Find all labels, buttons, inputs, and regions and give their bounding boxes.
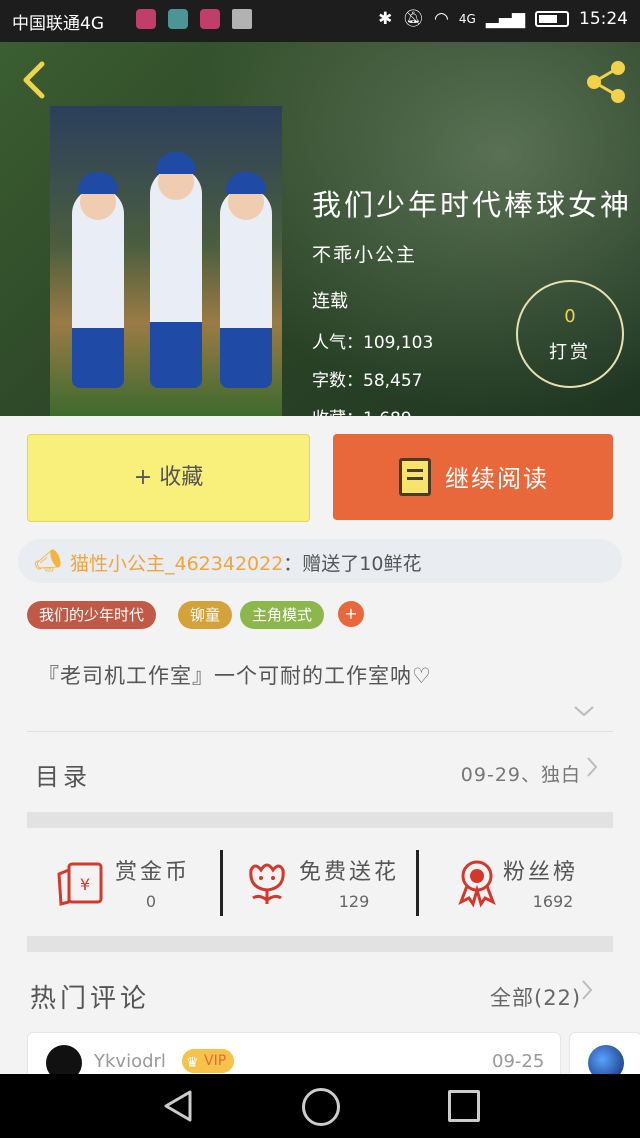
gift-notice[interactable]: 📣︎ 猫性小公主_462342022：赠送了10鲜花 bbox=[18, 539, 622, 583]
app-notification-icon bbox=[200, 9, 220, 29]
add-tag-button[interactable]: + bbox=[338, 601, 364, 627]
reward-coins-label: 赏金币 bbox=[115, 860, 191, 885]
catalog-label: 目录 bbox=[35, 763, 91, 791]
chevron-right-icon bbox=[585, 755, 599, 785]
section-separator bbox=[27, 812, 613, 828]
book-cover-image[interactable] bbox=[50, 106, 282, 416]
hot-comments-title: 热门评论 bbox=[30, 984, 151, 1014]
comment-date: 09-25 bbox=[492, 1051, 545, 1072]
notification-icons bbox=[136, 9, 252, 29]
section-separator bbox=[27, 936, 613, 952]
back-triangle-icon bbox=[164, 1090, 192, 1122]
app-notification-icon bbox=[136, 9, 156, 29]
word-count-stat: 字数：58,457 bbox=[312, 371, 423, 391]
reward-coins-button[interactable]: ¥ 赏金币 0 bbox=[27, 830, 219, 936]
comment-username[interactable]: Ykviodrl bbox=[94, 1051, 166, 1072]
reward-coins-value: 0 bbox=[145, 892, 157, 911]
continue-reading-label: 继续阅读 bbox=[445, 465, 549, 493]
tip-label: 打赏 bbox=[549, 342, 591, 363]
network-label: 4G bbox=[458, 12, 476, 26]
catalog-row[interactable]: 目录 09-29、独白 bbox=[27, 735, 613, 811]
megaphone-icon: 📣︎ bbox=[34, 549, 62, 574]
free-flower-label: 免费送花 bbox=[299, 860, 400, 885]
book-header: 我们少年时代棒球女神 不乖小公主 连载 人气：109,103 字数：58,457… bbox=[0, 42, 640, 416]
book-actions-stats: ¥ 赏金币 0 免费送花 129 粉丝榜 1692 bbox=[27, 830, 613, 936]
divider bbox=[220, 850, 223, 916]
divider bbox=[416, 850, 419, 916]
nav-back-button[interactable] bbox=[160, 1088, 196, 1124]
book-icon bbox=[399, 458, 431, 496]
latest-chapter: 09-29、独白 bbox=[460, 764, 581, 786]
bluetooth-icon: ✱ bbox=[378, 9, 393, 29]
expand-description-button[interactable] bbox=[572, 700, 596, 725]
carrier-label: 中国联通4G bbox=[12, 14, 104, 34]
back-button[interactable] bbox=[14, 58, 54, 102]
tip-button[interactable]: 0 打赏 bbox=[516, 280, 624, 388]
tag[interactable]: 我们的少年时代 bbox=[27, 601, 157, 629]
nav-home-button[interactable] bbox=[302, 1088, 340, 1126]
book-author[interactable]: 不乖小公主 bbox=[312, 240, 417, 267]
tag[interactable]: 主角模式 bbox=[240, 601, 325, 629]
collections-stat: 收藏：1,689 bbox=[312, 404, 412, 416]
svg-text:¥: ¥ bbox=[80, 875, 90, 894]
app-notification-icon bbox=[168, 9, 188, 29]
coin-envelope-icon: ¥ bbox=[55, 858, 107, 910]
system-nav-bar bbox=[0, 1074, 640, 1138]
fan-ranking-button[interactable]: 粉丝榜 1692 bbox=[437, 830, 613, 936]
wifi-icon: ◠ bbox=[433, 9, 449, 29]
flower-icon bbox=[241, 858, 293, 910]
book-description: 『老司机工作室』一个可耐的工作室呐♡ bbox=[38, 664, 432, 688]
popularity-stat: 人气：109,103 bbox=[312, 333, 434, 353]
crown-icon: ♛ bbox=[186, 1055, 199, 1071]
divider bbox=[27, 731, 613, 732]
fan-ranking-value: 1692 bbox=[532, 892, 574, 911]
gift-sender[interactable]: 猫性小公主_462342022 bbox=[70, 553, 283, 575]
vip-badge: ♛ VIP bbox=[182, 1049, 235, 1073]
back-icon bbox=[23, 61, 45, 99]
vip-badge-label: VIP bbox=[204, 1053, 227, 1069]
share-button[interactable] bbox=[582, 58, 630, 106]
app-notification-icon bbox=[232, 9, 252, 29]
chevron-right-icon bbox=[580, 978, 594, 1008]
book-title: 我们少年时代棒球女神 bbox=[312, 188, 633, 222]
chevron-down-icon bbox=[574, 706, 594, 717]
ribbon-medal-icon bbox=[451, 856, 503, 908]
signal-icon: ▂▄▆ bbox=[485, 9, 525, 29]
tag[interactable]: 铆童 bbox=[178, 601, 233, 629]
all-comments-link[interactable]: 全部(22) bbox=[490, 982, 581, 1012]
system-status: ✱ 🔕︎ ◠ 4G ▂▄▆ 15:24 bbox=[378, 9, 628, 29]
share-icon bbox=[587, 61, 625, 103]
mute-icon: 🔕︎ bbox=[402, 9, 424, 29]
fan-ranking-label: 粉丝榜 bbox=[503, 860, 579, 885]
battery-icon bbox=[535, 11, 569, 27]
status-bar: 中国联通4G ✱ 🔕︎ ◠ 4G ▂▄▆ 15:24 bbox=[0, 0, 640, 42]
gift-message: ：赠送了10鲜花 bbox=[283, 553, 422, 575]
free-flower-button[interactable]: 免费送花 129 bbox=[237, 830, 417, 936]
continue-reading-button[interactable]: 继续阅读 bbox=[333, 434, 613, 520]
add-to-favorites-button[interactable]: + 收藏 bbox=[27, 434, 310, 522]
clock: 15:24 bbox=[579, 9, 628, 29]
book-status: 连载 bbox=[312, 291, 348, 312]
free-flower-value: 129 bbox=[338, 892, 370, 911]
nav-recents-button[interactable] bbox=[448, 1090, 480, 1122]
tip-count: 0 bbox=[564, 306, 576, 327]
